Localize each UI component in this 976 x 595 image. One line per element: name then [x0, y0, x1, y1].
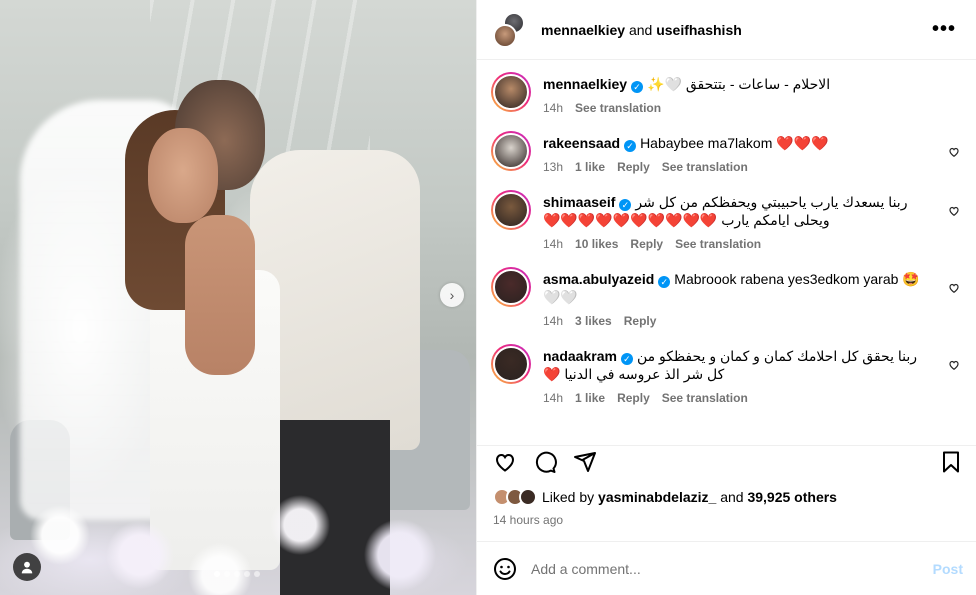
comment-text: nadaakram ✓ ربنا يحقق كل احلامك كمان و كما… — [543, 347, 936, 383]
comment-icon[interactable] — [533, 450, 557, 474]
comments-list: mennaelkiey ✓ الاحلام - ساعات - بتتحقق 🤍✨ … — [477, 60, 976, 433]
comment-time[interactable]: 14h — [543, 237, 563, 251]
like-comment-heart-icon[interactable] — [948, 281, 960, 293]
comment-meta: 14h 1 like Reply See translation — [543, 391, 936, 405]
verified-badge-icon: ✓ — [620, 353, 633, 365]
reply-button[interactable]: Reply — [630, 237, 663, 251]
collab-names: mennaelkiey and useifhashish — [541, 22, 742, 38]
carousel-dot — [234, 571, 240, 577]
comment-meta: 13h 1 like Reply See translation — [543, 160, 936, 174]
chevron-right-icon: › — [449, 287, 455, 303]
conjunction: and — [628, 21, 653, 38]
comment-body: mennaelkiey ✓ الاحلام - ساعات - بتتحقق 🤍✨ … — [543, 72, 960, 115]
user-icon — [21, 561, 33, 574]
reply-button[interactable]: Reply — [617, 391, 650, 405]
comment-likes[interactable]: 10 likes — [575, 237, 618, 251]
reply-button[interactable]: Reply — [624, 314, 657, 328]
likes-prefix: Liked by — [542, 489, 595, 505]
comment: nadaakram ✓ ربنا يحقق كل احلامك كمان و كما… — [477, 344, 976, 405]
comment-meta: 14h 10 likes Reply See translation — [543, 237, 936, 251]
carousel-next-button[interactable]: › — [440, 283, 464, 307]
comment-text: rakeensaad ✓ Habaybee ma7lakom ❤️❤️❤️ — [543, 134, 936, 152]
like-comment-heart-icon[interactable] — [948, 204, 960, 216]
post-timestamp[interactable]: 14 hours ago — [493, 513, 563, 527]
comment-time[interactable]: 14h — [543, 314, 563, 328]
verified-badge-icon: ✓ — [658, 276, 671, 288]
comment-text: asma.abulyazeid ✓ Mabroook rabena yes3edko… — [543, 270, 936, 306]
avatar — [493, 23, 517, 48]
avatar[interactable] — [491, 131, 531, 171]
action-bar — [477, 445, 976, 475]
comment-meta: 14h See translation — [543, 101, 936, 115]
bride-face — [148, 128, 218, 223]
avatar — [519, 488, 537, 506]
avatar[interactable] — [491, 190, 531, 230]
see-translation-button[interactable]: See translation — [662, 160, 748, 174]
collab-avatars[interactable] — [493, 11, 529, 48]
flowers-foreground — [0, 485, 476, 595]
comment: asma.abulyazeid ✓ Mabroook rabena yes3edko… — [477, 267, 976, 328]
post-detail-panel: mennaelkiey and useifhashish ••• mennael… — [476, 0, 976, 595]
see-translation-button[interactable]: See translation — [675, 237, 761, 251]
liker-username-link[interactable]: yasminabdelaziz_ — [598, 489, 716, 505]
comment-body: rakeensaad ✓ Habaybee ma7lakom ❤️❤️❤️ 13h 1… — [543, 131, 960, 174]
comment-content: Habaybee ma7lakom ❤️❤️❤️ — [640, 135, 829, 151]
like-comment-heart-icon[interactable] — [948, 145, 960, 157]
comment-input[interactable] — [531, 560, 933, 577]
see-translation-button[interactable]: See translation — [662, 391, 748, 405]
carousel-dot — [244, 571, 250, 577]
likes-text: Liked by yasminabdelaziz_ and 39,925 oth… — [542, 489, 837, 505]
verified-badge-icon: ✓ — [624, 140, 637, 152]
comment-username[interactable]: mennaelkiey — [543, 76, 627, 92]
avatar[interactable] — [491, 267, 531, 307]
post-comment-button[interactable]: Post — [933, 561, 963, 577]
comment: shimaaseif ✓ ربنا يسعدك يارب ياحبيبتي ويحف… — [477, 190, 976, 251]
add-comment-bar: Post — [477, 541, 976, 595]
verified-badge-icon: ✓ — [631, 81, 644, 93]
comment-content: الاحلام - ساعات - بتتحقق 🤍✨ — [647, 76, 831, 92]
carousel-dot — [224, 571, 230, 577]
comment-body: shimaaseif ✓ ربنا يسعدك يارب ياحبيبتي ويحف… — [543, 190, 960, 251]
comment: rakeensaad ✓ Habaybee ma7lakom ❤️❤️❤️ 13h 1… — [477, 131, 976, 174]
comment-likes[interactable]: 1 like — [575, 391, 605, 405]
carousel-dot — [214, 571, 220, 577]
comment-body: asma.abulyazeid ✓ Mabroook rabena yes3edko… — [543, 267, 960, 328]
carousel-dot — [254, 571, 260, 577]
bride-arm — [185, 215, 255, 375]
likes-count-link[interactable]: 39,925 others — [747, 489, 837, 505]
like-comment-heart-icon[interactable] — [948, 358, 960, 370]
comment-username[interactable]: asma.abulyazeid — [543, 271, 654, 287]
share-icon[interactable] — [573, 450, 597, 474]
comment-meta: 14h 3 likes Reply — [543, 314, 936, 328]
avatar[interactable] — [491, 344, 531, 384]
tagged-users-button[interactable] — [13, 553, 41, 581]
post-photo[interactable]: › — [0, 0, 476, 595]
smiley-icon[interactable] — [493, 557, 517, 581]
caption: mennaelkiey ✓ الاحلام - ساعات - بتتحقق 🤍✨ … — [477, 72, 976, 115]
comment-username[interactable]: rakeensaad — [543, 135, 620, 151]
comment-body: nadaakram ✓ ربنا يحقق كل احلامك كمان و كما… — [543, 344, 960, 405]
comment-time[interactable]: 14h — [543, 391, 563, 405]
like-heart-icon[interactable] — [493, 450, 517, 474]
comment-username[interactable]: nadaakram — [543, 348, 617, 364]
username-link[interactable]: useifhashish — [656, 22, 742, 38]
comment-text: mennaelkiey ✓ الاحلام - ساعات - بتتحقق 🤍✨ — [543, 75, 936, 93]
comment-time[interactable]: 14h — [543, 101, 563, 115]
carousel-indicator — [214, 571, 260, 577]
avatar[interactable] — [491, 72, 531, 112]
likes-and: and — [720, 489, 744, 505]
more-options-button[interactable]: ••• — [932, 18, 956, 41]
see-translation-button[interactable]: See translation — [575, 101, 661, 115]
comment-text: shimaaseif ✓ ربنا يسعدك يارب ياحبيبتي ويحف… — [543, 193, 936, 229]
verified-badge-icon: ✓ — [619, 199, 632, 211]
likes-summary: Liked by yasminabdelaziz_ and 39,925 oth… — [493, 488, 837, 506]
comment-likes[interactable]: 1 like — [575, 160, 605, 174]
comment-time[interactable]: 13h — [543, 160, 563, 174]
reply-button[interactable]: Reply — [617, 160, 650, 174]
save-bookmark-icon[interactable] — [939, 450, 963, 474]
comment-likes[interactable]: 3 likes — [575, 314, 612, 328]
username-link[interactable]: mennaelkiey — [541, 22, 625, 38]
comment-username[interactable]: shimaaseif — [543, 194, 615, 210]
post-header: mennaelkiey and useifhashish ••• — [477, 0, 976, 60]
